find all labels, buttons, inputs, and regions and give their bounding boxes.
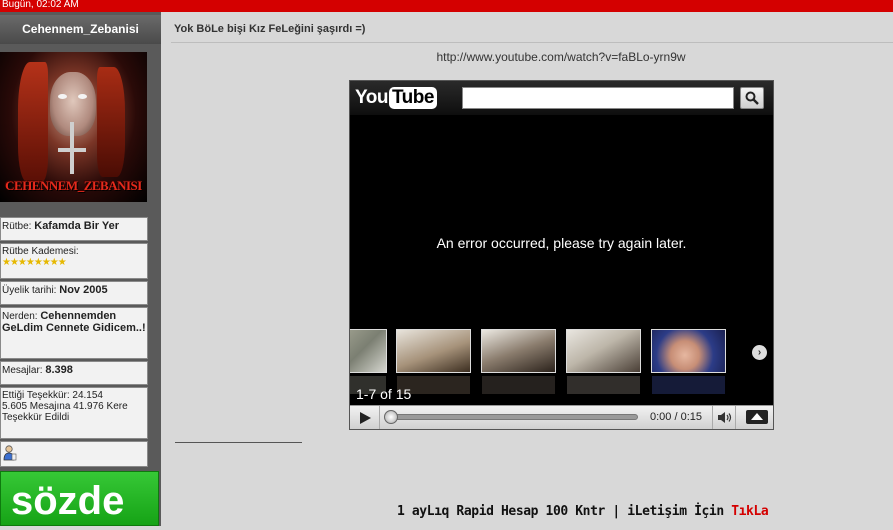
- related-count: 1-7 of 15: [356, 386, 412, 402]
- username[interactable]: Cehennem_Zebanisi: [0, 15, 161, 44]
- post-content: Yok BöLe bişi Kız FeLeğini şaşırdı =) ht…: [161, 12, 893, 526]
- sozde-banner[interactable]: sözde: [0, 471, 159, 526]
- rank-level-box: Rütbe Kademesi: ★★★★★★★★: [0, 243, 148, 279]
- player-header: You Tube: [350, 81, 773, 115]
- youtube-logo-tube: Tube: [388, 87, 437, 109]
- rank-box: Rütbe: Kafamda Bir Yer: [0, 217, 148, 241]
- current-time: Bugün, 02:02 AM: [2, 0, 79, 10]
- carousel-next-icon[interactable]: ›: [752, 345, 767, 360]
- top-status-bar: Bugün, 02:02 AM: [0, 0, 893, 12]
- youtube-search-button[interactable]: [740, 87, 764, 109]
- search-icon: [745, 91, 759, 105]
- avatar: CEHENNEM_ZEBANISI: [0, 52, 147, 202]
- progress-bar[interactable]: [390, 414, 638, 420]
- progress-scrubber[interactable]: [384, 410, 398, 424]
- contact-link[interactable]: TıkLa: [731, 504, 769, 519]
- related-video-thumbnail[interactable]: [396, 329, 471, 394]
- related-video-thumbnail[interactable]: [566, 329, 641, 394]
- related-videos-carousel: [350, 329, 773, 394]
- speaker-icon: [718, 412, 732, 423]
- signature-ad-text: 1 ayLıq Rapid Hesap 100 Kntr | iLetişim …: [397, 504, 732, 519]
- thanks-box: Ettiği Teşekkür: 24.154 5.605 Mesajına 4…: [0, 387, 148, 439]
- volume-button[interactable]: [712, 406, 736, 429]
- post-count-box: Mesajlar: 8.398: [0, 361, 148, 385]
- thanks-received: 5.605 Mesajına 41.976 Kere Teşekkür Edil…: [2, 401, 128, 423]
- play-button[interactable]: [350, 406, 380, 429]
- expand-icon: [746, 410, 768, 424]
- youtube-player[interactable]: You Tube An error occurred, please try ag…: [349, 80, 774, 430]
- rank-value: Kafamda Bir Yer: [34, 220, 120, 232]
- rank-label: Rütbe:: [2, 221, 32, 232]
- signature-divider: [175, 442, 302, 443]
- location-label: Nerden:: [2, 311, 38, 322]
- post-count-label: Mesajlar:: [2, 365, 43, 376]
- join-value: Nov 2005: [59, 284, 108, 296]
- player-controls: 0:00 / 0:15: [350, 405, 773, 429]
- youtube-logo-you: You: [355, 87, 388, 108]
- youtube-search-input[interactable]: [462, 87, 734, 109]
- related-video-thumbnail[interactable]: [481, 329, 556, 394]
- video-url[interactable]: http://www.youtube.com/watch?v=faBLo-yrn…: [161, 50, 893, 64]
- join-date-box: Üyelik tarihi: Nov 2005: [0, 281, 148, 305]
- rank-stars-icon: ★★★★★★★★: [2, 257, 67, 268]
- time-display: 0:00 / 0:15: [650, 411, 702, 423]
- signature-text: 1 ayLıq Rapid Hesap 100 Kntr | iLetişim …: [397, 504, 769, 519]
- rank-level-label: Rütbe Kademesi:: [2, 246, 79, 257]
- user-sidebar: Cehennem_Zebanisi CEHENNEM_ZEBANISI Rütb…: [0, 12, 161, 526]
- thanks-given: Ettiği Teşekkür: 24.154: [2, 390, 103, 401]
- profile-button[interactable]: [0, 441, 148, 467]
- avatar-caption: CEHENNEM_ZEBANISI: [5, 178, 142, 193]
- expand-button[interactable]: [743, 406, 771, 429]
- related-video-thumbnail[interactable]: [350, 329, 387, 394]
- youtube-logo[interactable]: You Tube: [355, 86, 437, 110]
- post-title: Yok BöLe bişi Kız FeLeğini şaşırdı =): [174, 23, 366, 35]
- title-divider: [171, 42, 893, 43]
- related-video-thumbnail[interactable]: [651, 329, 726, 394]
- location-box: Nerden: Cehennemden GeLdim Cennete Gidic…: [0, 307, 148, 359]
- user-profile-icon: [3, 445, 17, 461]
- player-error-message: An error occurred, please try again late…: [436, 235, 687, 251]
- post-count-value: 8.398: [45, 364, 73, 376]
- join-label: Üyelik tarihi:: [2, 285, 57, 296]
